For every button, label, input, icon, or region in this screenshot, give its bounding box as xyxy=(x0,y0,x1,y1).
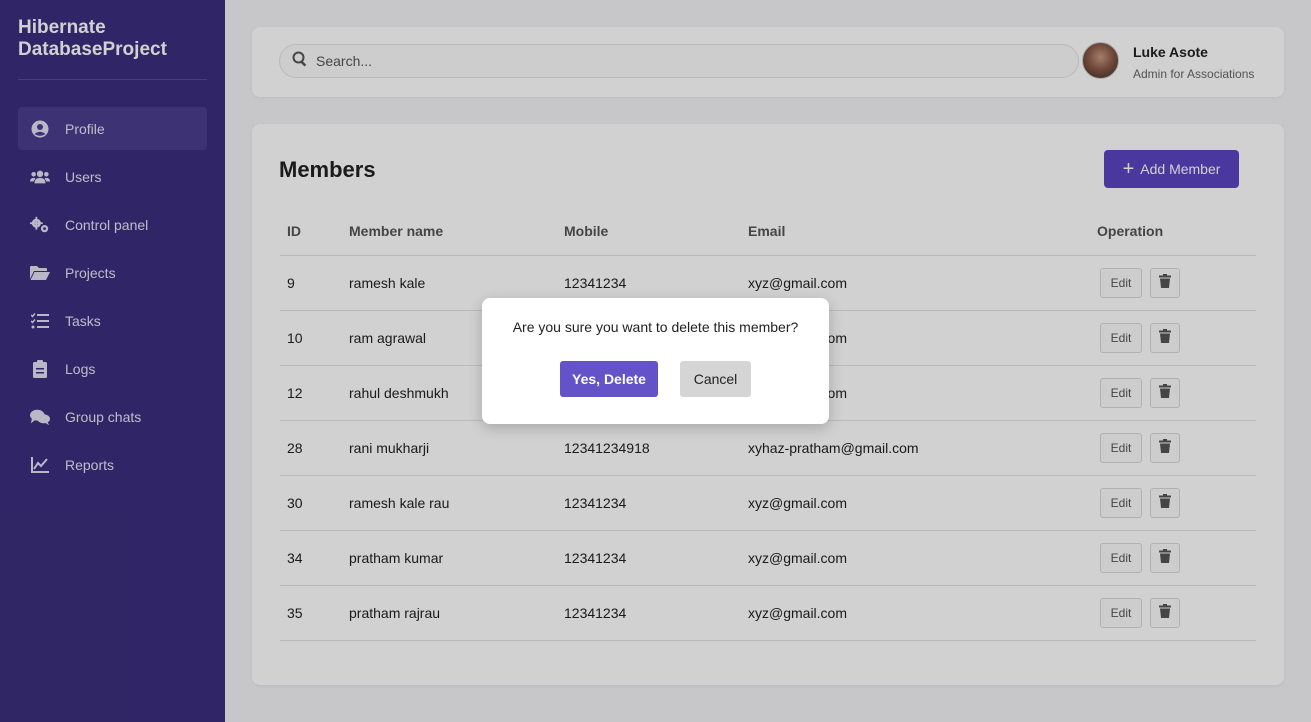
confirm-delete-button[interactable]: Yes, Delete xyxy=(560,361,658,397)
cancel-button[interactable]: Cancel xyxy=(680,361,751,397)
dialog-message: Are you sure you want to delete this mem… xyxy=(512,319,799,335)
delete-confirm-dialog: Are you sure you want to delete this mem… xyxy=(482,298,829,424)
